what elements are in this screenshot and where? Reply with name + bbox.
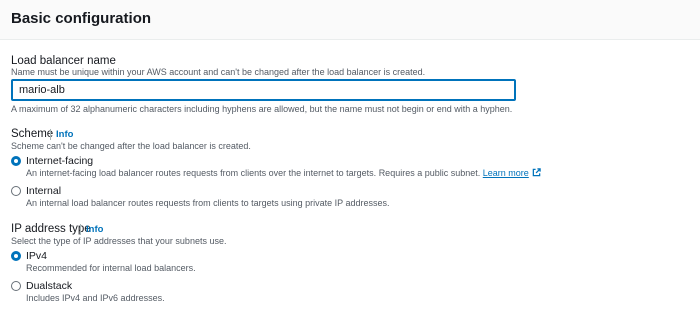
ip-type-dualstack-radio[interactable] — [11, 281, 21, 291]
section-header: Basic configuration — [0, 0, 700, 40]
ip-type-ipv4-radio[interactable] — [11, 251, 21, 261]
ip-type-dualstack-desc: Includes IPv4 and IPv6 addresses. — [26, 293, 165, 303]
learn-more-link[interactable]: Learn more — [483, 168, 529, 178]
section-title: Basic configuration — [11, 10, 152, 27]
scheme-internet-facing-radio[interactable] — [11, 156, 21, 166]
ip-type-ipv4-label[interactable]: IPv4 — [26, 250, 47, 262]
scheme-internal-label[interactable]: Internal — [26, 185, 61, 197]
ip-type-hint: Select the type of IP addresses that you… — [11, 236, 227, 246]
ip-type-dualstack-label[interactable]: Dualstack — [26, 280, 72, 292]
lb-name-constraint: A maximum of 32 alphanumeric characters … — [11, 104, 513, 114]
ip-type-info-link[interactable]: Info — [86, 224, 103, 235]
lb-name-hint: Name must be unique within your AWS acco… — [11, 67, 426, 77]
scheme-internal-desc: An internal load balancer routes request… — [26, 198, 390, 208]
scheme-info-link[interactable]: Info — [56, 129, 73, 140]
scheme-internet-facing-desc-text: An internet-facing load balancer routes … — [26, 168, 481, 178]
scheme-label: Scheme — [11, 128, 54, 140]
scheme-internal-radio[interactable] — [11, 186, 21, 196]
external-link-icon[interactable] — [532, 168, 541, 179]
info-separator — [80, 224, 81, 235]
scheme-internet-facing-label[interactable]: Internet-facing — [26, 155, 93, 167]
info-separator — [50, 129, 51, 140]
ip-type-label: IP address type — [11, 223, 91, 235]
scheme-hint: Scheme can't be changed after the load b… — [11, 141, 251, 151]
ip-type-ipv4-desc: Recommended for internal load balancers. — [26, 263, 196, 273]
scheme-internet-facing-desc: An internet-facing load balancer routes … — [26, 168, 541, 179]
lb-name-input[interactable] — [11, 79, 516, 101]
lb-name-label: Load balancer name — [11, 55, 116, 67]
